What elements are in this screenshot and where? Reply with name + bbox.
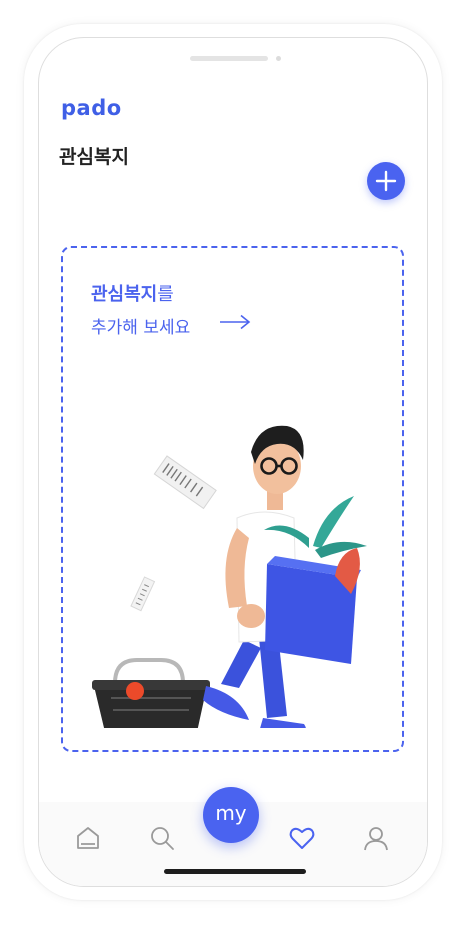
person-figure bbox=[203, 425, 367, 728]
app-screen: pado 관심복지 관심복지를 추가해 보세요 my bbox=[38, 37, 428, 887]
user-icon[interactable] bbox=[363, 825, 389, 851]
receipt-icon bbox=[153, 455, 217, 510]
empty-state-heading-bold: 관심복지 bbox=[91, 284, 158, 305]
home-icon[interactable] bbox=[75, 825, 101, 851]
empty-state-heading: 관심복지를 bbox=[91, 280, 174, 306]
person-carrying-box-illustration bbox=[92, 425, 367, 728]
app-logo: pado bbox=[61, 96, 122, 120]
home-indicator[interactable] bbox=[164, 869, 306, 874]
heart-icon[interactable] bbox=[289, 825, 315, 851]
search-icon[interactable] bbox=[149, 825, 175, 851]
add-favorite-button[interactable] bbox=[367, 162, 405, 200]
speaker-grille bbox=[190, 56, 268, 61]
arrow-right-icon[interactable] bbox=[219, 314, 251, 330]
my-button[interactable]: my bbox=[203, 787, 259, 843]
small-receipt-icon bbox=[130, 576, 156, 612]
shopping-basket-icon bbox=[92, 658, 210, 728]
front-camera bbox=[276, 56, 281, 61]
plus-icon bbox=[375, 170, 397, 192]
empty-state-heading-rest: 를 bbox=[157, 284, 174, 305]
empty-state-subheading[interactable]: 추가해 보세요 bbox=[91, 313, 190, 338]
phone-frame: pado 관심복지 관심복지를 추가해 보세요 my bbox=[24, 24, 442, 900]
page-title: 관심복지 bbox=[59, 146, 129, 168]
